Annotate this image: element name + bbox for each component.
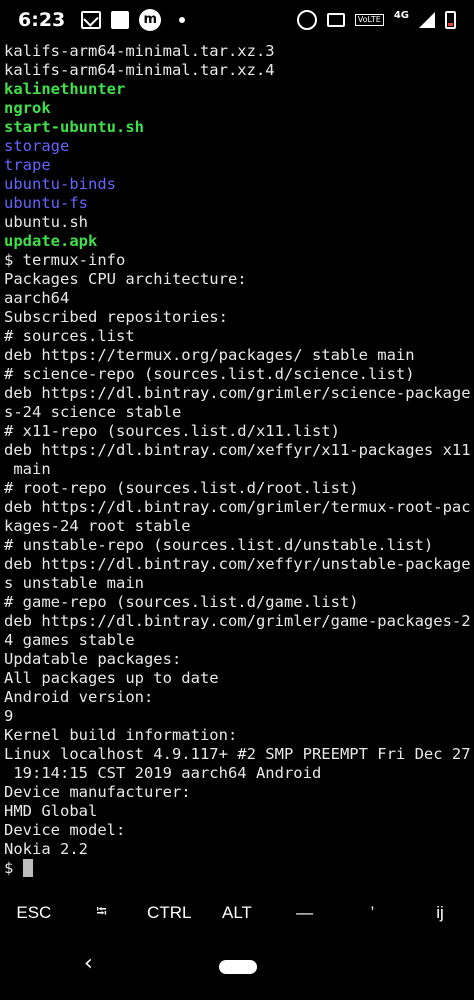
terminal-line: start-ubuntu.sh xyxy=(4,118,144,136)
ij-key[interactable]: ij xyxy=(409,903,471,923)
terminal-line: kalifs-arm64-minimal.tar.xz.3 xyxy=(4,42,275,60)
navigation-bar: ‹ xyxy=(0,945,474,990)
terminal-line: 19:14:15 CST 2019 aarch64 Android xyxy=(4,764,322,782)
ctrl-key[interactable]: CTRL xyxy=(138,903,200,923)
esc-key[interactable]: ESC xyxy=(3,903,65,923)
terminal-line: deb https://dl.bintray.com/xeffyr/x11-pa… xyxy=(4,441,470,459)
terminal-line: 9 xyxy=(4,707,14,725)
volte-icon: VoLTE xyxy=(354,14,384,26)
terminal-line: # root-repo (sources.list.d/root.list) xyxy=(4,479,359,497)
status-left: 6:23 m xyxy=(18,9,186,31)
m-app-icon: m xyxy=(139,9,162,31)
terminal-line: update.apk xyxy=(4,232,98,250)
terminal-line: Device model: xyxy=(4,821,126,839)
status-right: VoLTE 4G xyxy=(296,10,456,30)
signal-icon xyxy=(419,12,435,28)
terminal-line: Packages CPU architecture: xyxy=(4,270,247,288)
terminal-line: 4 games stable xyxy=(4,631,135,649)
terminal-line: # game-repo (sources.list.d/game.list) xyxy=(4,593,359,611)
back-chevron-icon[interactable]: ‹ xyxy=(84,953,98,975)
tab-key-icon[interactable]: ⭾ xyxy=(71,901,133,925)
gmail-icon xyxy=(81,11,102,29)
terminal-line: deb https://dl.bintray.com/grimler/game-… xyxy=(4,612,470,630)
terminal-line: # sources.list xyxy=(4,327,135,345)
terminal-line: Nokia 2.2 xyxy=(4,840,88,858)
terminal-line: aarch64 xyxy=(4,289,70,307)
terminal-line: main xyxy=(4,460,51,478)
terminal-line: s unstable main xyxy=(4,574,144,592)
terminal-line: deb https://dl.bintray.com/xeffyr/unstab… xyxy=(4,555,470,573)
alarm-icon xyxy=(296,10,317,30)
dash-key[interactable]: — xyxy=(274,903,336,923)
terminal-line: deb https://dl.bintray.com/grimler/scien… xyxy=(4,384,470,402)
terminal-line: kages-24 root stable xyxy=(4,517,191,535)
terminal-line: HMD Global xyxy=(4,802,98,820)
terminal-line: ubuntu-fs xyxy=(4,194,88,212)
terminal-line: storage xyxy=(4,137,70,155)
terminal-line: trape xyxy=(4,156,51,174)
quote-key[interactable]: ’ xyxy=(341,903,403,923)
terminal-line: Android version: xyxy=(4,688,154,706)
more-notifications-dot-icon xyxy=(179,17,186,23)
terminal-line: All packages up to date xyxy=(4,669,219,687)
home-pill-button[interactable] xyxy=(219,960,257,974)
extra-keys-row: ESC ⭾ CTRL ALT — ’ ij xyxy=(0,893,474,933)
notification-square-icon xyxy=(111,11,130,29)
status-bar: 6:23 m VoLTE 4G xyxy=(0,0,474,40)
terminal-line: kalinethunter xyxy=(4,80,126,98)
terminal-line: kalifs-arm64-minimal.tar.xz.4 xyxy=(4,61,275,79)
battery-low-icon xyxy=(445,11,456,29)
lte-icon: 4G xyxy=(393,10,409,21)
terminal-line: # x11-repo (sources.list.d/x11.list) xyxy=(4,422,340,440)
prompt-line[interactable]: $ xyxy=(4,859,470,878)
terminal-line: Updatable packages: xyxy=(4,650,182,668)
status-time: 6:23 xyxy=(18,9,66,31)
terminal-line: # science-repo (sources.list.d/science.l… xyxy=(4,365,415,383)
cast-icon xyxy=(326,13,345,27)
terminal-line: deb https://termux.org/packages/ stable … xyxy=(4,346,415,364)
terminal-line: Linux localhost 4.9.117+ #2 SMP PREEMPT … xyxy=(4,745,470,763)
terminal-line: Device manufacturer: xyxy=(4,783,191,801)
prompt-symbol: $ xyxy=(4,859,23,877)
terminal-line: ubuntu-binds xyxy=(4,175,116,193)
terminal-line: # unstable-repo (sources.list.d/unstable… xyxy=(4,536,434,554)
terminal-line: s-24 science stable xyxy=(4,403,182,421)
terminal-line: ngrok xyxy=(4,99,51,117)
terminal-line: $ termux-info xyxy=(4,251,126,269)
cursor xyxy=(22,859,33,877)
alt-key[interactable]: ALT xyxy=(206,903,268,923)
terminal-line: ubuntu.sh xyxy=(4,213,88,231)
terminal-line: deb https://dl.bintray.com/grimler/termu… xyxy=(4,498,470,516)
terminal-line: Subscribed repositories: xyxy=(4,308,228,326)
terminal-output[interactable]: kalifs-arm64-minimal.tar.xz.3 kalifs-arm6… xyxy=(4,42,470,878)
terminal-line: Kernel build information: xyxy=(4,726,238,744)
